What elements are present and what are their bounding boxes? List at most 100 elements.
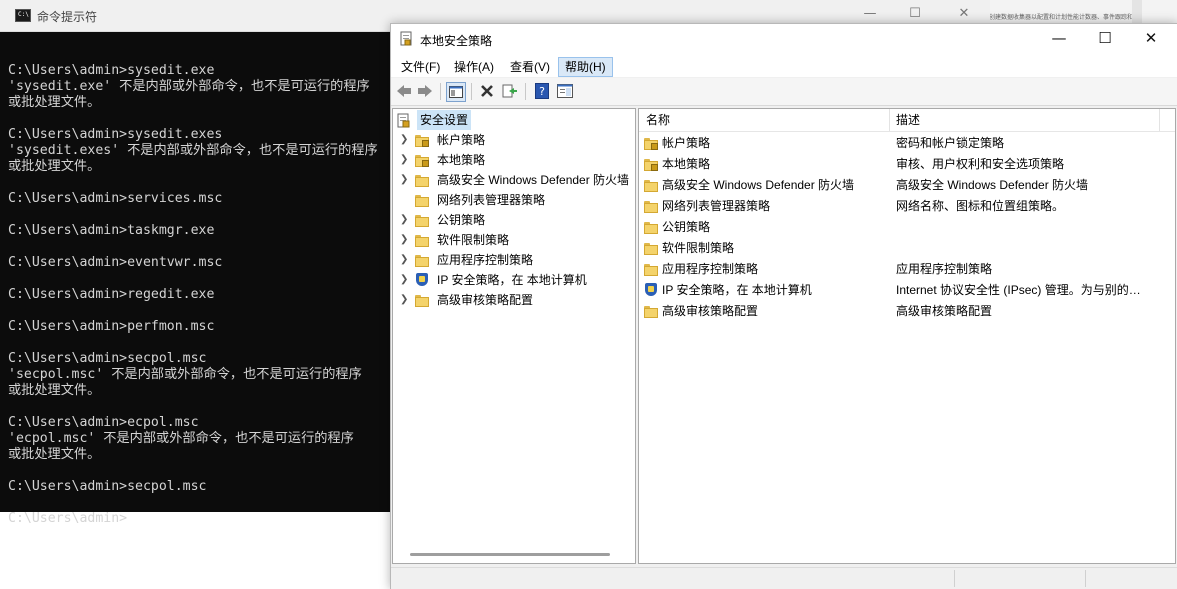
list-item-name: 本地策略	[662, 157, 711, 171]
delete-x-icon[interactable]	[478, 82, 496, 100]
folder-icon	[644, 264, 658, 276]
background-window-text: 创建数据收集器以配置和计划性能计数器、事件跟踪和配置数据收集	[989, 14, 1139, 21]
list-item[interactable]: 高级审核策略配置 高级审核策略配置	[639, 301, 1175, 322]
details-pane[interactable]: 名称 描述 帐户策略 密码和帐户锁定策略本地策略 审核、用户权利和安全选项策略高级安…	[638, 108, 1176, 564]
folder-icon	[415, 195, 429, 207]
tree-item-label: 帐户策略	[437, 133, 486, 147]
folder-icon	[644, 201, 658, 213]
list-item-description: Internet 协议安全性 (IPsec) 管理。为与别的计算机进行安全通讯创…	[896, 283, 1151, 297]
tree-item-label: 高级安全 Windows Defender 防火墙	[437, 173, 630, 187]
tree-item-security-settings[interactable]: 安全设置	[393, 110, 633, 130]
list-item[interactable]: 高级安全 Windows Defender 防火墙 高级安全 Windows De…	[639, 175, 1175, 196]
list-item[interactable]: 网络列表管理器策略 网络名称、图标和位置组策略。	[639, 196, 1175, 217]
tree-item[interactable]: ❯ 高级安全 Windows Defender 防火墙	[393, 170, 633, 190]
cmd-minimize-button[interactable]: —	[860, 6, 880, 21]
local-security-policy-window: 本地安全策略 — ☐ ✕ 文件(F) 操作(A) 查看(V) 帮助(H) ? 安…	[390, 23, 1177, 589]
list-item-name: 公钥策略	[662, 220, 711, 234]
properties-pane-icon[interactable]	[556, 82, 574, 100]
tree-item[interactable]: ❯ 本地策略	[393, 150, 633, 170]
list-item[interactable]: 应用程序控制策略 应用程序控制策略	[639, 259, 1175, 280]
chevron-right-icon[interactable]: ❯	[400, 270, 410, 290]
chevron-right-icon[interactable]: ❯	[400, 250, 410, 270]
list-item-description: 网络名称、图标和位置组策略。	[896, 199, 1065, 213]
folder-icon	[415, 175, 429, 187]
menu-action[interactable]: 操作(A)	[448, 58, 500, 76]
column-separator[interactable]	[1159, 109, 1160, 131]
chevron-right-icon[interactable]: ❯	[400, 170, 410, 190]
tree-item[interactable]: ❯ 应用程序控制策略	[393, 250, 633, 270]
ipsec-shield-icon	[644, 283, 658, 297]
tree-item-label: 网络列表管理器策略	[437, 193, 546, 207]
tree-item[interactable]: ❯ 软件限制策略	[393, 230, 633, 250]
cmd-maximize-button[interactable]: ☐	[905, 6, 925, 21]
chevron-right-icon[interactable]: ❯	[400, 210, 410, 230]
folder-icon	[644, 222, 658, 234]
folder-icon	[415, 215, 429, 227]
list-item[interactable]: 公钥策略	[639, 217, 1175, 238]
menu-help[interactable]: 帮助(H)	[558, 57, 613, 77]
list-item-description: 应用程序控制策略	[896, 262, 993, 276]
list-item-description: 审核、用户权利和安全选项策略	[896, 157, 1065, 171]
back-arrow-icon[interactable]	[395, 82, 413, 100]
export-list-icon[interactable]	[501, 82, 519, 100]
folder-icon	[415, 235, 429, 247]
list-item[interactable]: 软件限制策略	[639, 238, 1175, 259]
console-tree-pane[interactable]: 安全设置 ❯ 帐户策略 ❯ 本地策略 ❯ 高级安全 Windows Defender 防火…	[392, 108, 636, 564]
console-tree-icon[interactable]	[446, 82, 466, 102]
list-item-name: 应用程序控制策略	[662, 262, 759, 276]
chevron-right-icon[interactable]: ❯	[400, 290, 410, 310]
menu-file[interactable]: 文件(F)	[395, 58, 446, 76]
tree-root-label: 安全设置	[417, 110, 472, 130]
toolbar: ?	[391, 78, 1177, 106]
tree-horizontal-scrollbar[interactable]	[410, 553, 610, 556]
chevron-right-icon[interactable]: ❯	[400, 130, 410, 150]
toolbar-separator	[440, 83, 441, 100]
tree-item[interactable]: 网络列表管理器策略	[393, 190, 633, 210]
column-separator[interactable]	[889, 109, 890, 131]
chevron-right-icon[interactable]: ❯	[400, 230, 410, 250]
policy-app-icon	[400, 31, 412, 46]
cmd-title: 命令提示符	[37, 10, 98, 24]
list-item[interactable]: 本地策略 审核、用户权利和安全选项策略	[639, 154, 1175, 175]
menu-bar: 文件(F) 操作(A) 查看(V) 帮助(H)	[391, 55, 1177, 77]
toolbar-separator	[471, 83, 472, 100]
list-item-name: IP 安全策略，在 本地计算机	[662, 283, 812, 297]
tree-item-label: 高级审核策略配置	[437, 293, 534, 307]
column-header-description[interactable]: 描述	[896, 109, 920, 131]
list-item-name: 高级审核策略配置	[662, 304, 759, 318]
list-item-name: 网络列表管理器策略	[662, 199, 771, 213]
folder-lock-icon	[644, 138, 658, 150]
folder-lock-icon	[415, 135, 429, 147]
folder-icon	[415, 255, 429, 267]
tree-item-label: 软件限制策略	[437, 233, 510, 247]
folder-lock-icon	[415, 155, 429, 167]
list-item-description: 密码和帐户锁定策略	[896, 136, 1005, 150]
help-icon[interactable]: ?	[533, 82, 551, 100]
list-item-name: 高级安全 Windows Defender 防火墙	[662, 178, 855, 192]
folder-icon	[644, 243, 658, 255]
column-header-name[interactable]: 名称	[646, 109, 670, 131]
tree-item-label: 公钥策略	[437, 213, 486, 227]
tree-item[interactable]: ❯ IP 安全策略，在 本地计算机	[393, 270, 633, 290]
mmc-maximize-button[interactable]: ☐	[1093, 29, 1117, 47]
tree-item[interactable]: ❯ 帐户策略	[393, 130, 633, 150]
status-bar	[391, 567, 1177, 589]
chevron-right-icon[interactable]: ❯	[400, 150, 410, 170]
forward-arrow-icon[interactable]	[416, 82, 434, 100]
tree-item-label: IP 安全策略，在 本地计算机	[437, 273, 587, 287]
list-item[interactable]: IP 安全策略，在 本地计算机 Internet 协议安全性 (IPsec) 管理…	[639, 280, 1175, 301]
list-header: 名称 描述	[639, 109, 1175, 132]
list-item-description: 高级安全 Windows Defender 防火墙	[896, 178, 1089, 192]
tree-item-label: 应用程序控制策略	[437, 253, 534, 267]
cmd-close-button[interactable]: ✕	[954, 6, 974, 21]
menu-view[interactable]: 查看(V)	[504, 58, 556, 76]
cmd-icon: C:\	[15, 9, 31, 22]
tree-item[interactable]: ❯ 高级审核策略配置	[393, 290, 633, 310]
mmc-titlebar[interactable]: 本地安全策略 — ☐ ✕	[391, 24, 1177, 55]
tree-item-label: 本地策略	[437, 153, 486, 167]
tree-item[interactable]: ❯ 公钥策略	[393, 210, 633, 230]
folder-lock-icon	[644, 159, 658, 171]
mmc-close-button[interactable]: ✕	[1139, 29, 1163, 47]
mmc-minimize-button[interactable]: —	[1047, 29, 1071, 47]
list-item[interactable]: 帐户策略 密码和帐户锁定策略	[639, 133, 1175, 154]
